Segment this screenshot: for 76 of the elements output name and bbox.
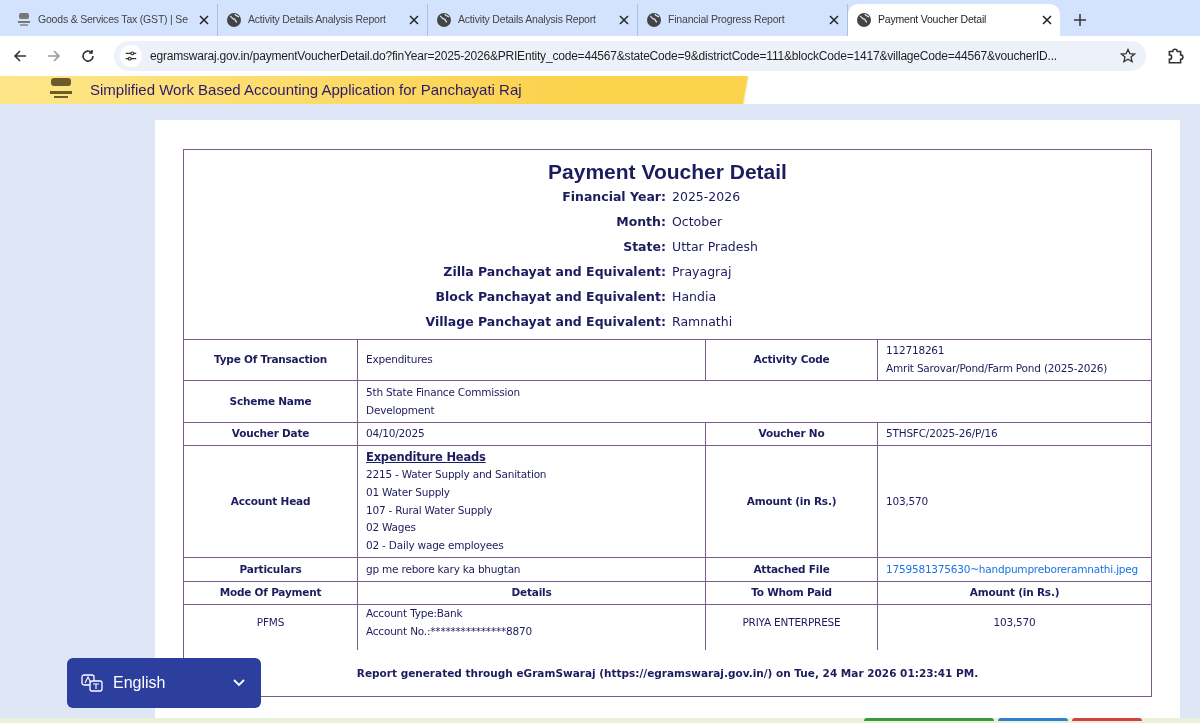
globe-icon [646,12,662,28]
address-bar[interactable]: egramswaraj.gov.in/paymentVoucherDetail.do?finYear=2025-2026&PRIEntity_code=44567&stateCode=9&districtCode=111&blockCode=1417&villageCode=44567&voucherID... [114,41,1146,71]
tab-title: Activity Details Analysis Report [248,12,387,28]
cell-text: PRIYA ENTERPRESE [742,614,841,630]
row-label: Amount (in Rs.) [746,493,837,509]
row-label: Details [511,585,552,601]
tab-title: Payment Voucher Detail [878,12,988,28]
voucher-title: Payment Voucher Detail [547,159,788,185]
row-label: Scheme Name [229,393,312,409]
cell-text: Development [366,402,435,418]
field-label: Financial Year: [562,188,666,207]
close-icon[interactable] [409,15,419,25]
row-label: Activity Code [753,352,830,368]
banner-subtitle: Simplified Work Based Accounting Application for Panchayati Raj [90,79,522,100]
field-value: Prayagraj [672,263,732,282]
cell-text: 112718261 [886,343,945,359]
tab-title: Goods & Services Tax (GST) | Se [38,12,189,28]
field-label: Village Panchayat and Equivalent: [425,313,666,332]
new-tab-icon[interactable] [1074,14,1086,26]
cell-text: gp me rebore kary ka bhugtan [366,561,521,577]
row-label: Attached File [753,561,830,577]
emblem-icon [16,12,32,28]
cell-text: Amrit Sarovar/Pond/Farm Pond (2025-2026) [886,361,1108,376]
close-icon[interactable] [619,15,629,25]
close-icon[interactable] [199,15,209,25]
row-label: Mode Of Payment [219,585,322,601]
bookmark-star-icon[interactable] [1120,48,1136,64]
cell-text: Account No.:***************8870 [366,623,532,639]
field-label: Month: [616,213,666,232]
cell-text: 103,570 [886,493,929,509]
cell-text: 107 - Rural Water Supply [366,502,493,518]
translate-icon [81,674,103,692]
language-selector[interactable]: English [67,658,261,708]
field-label: Zilla Panchayat and Equivalent: [443,263,666,282]
globe-icon [436,12,452,28]
browser-tab[interactable]: Payment Voucher Detail [848,4,1060,36]
close-icon[interactable] [1042,15,1052,25]
row-label: Voucher No [758,426,825,442]
cell-text: Account Type:Bank [366,605,463,621]
cell-text: 01 Water Supply [366,484,450,500]
row-label: Account Head [230,493,311,509]
tab-title: Financial Progress Report [668,12,786,28]
tab-title: Activity Details Analysis Report [458,12,597,28]
field-value: 2025-2026 [672,188,741,207]
chevron-down-icon [233,679,245,687]
row-label: Particulars [239,561,302,577]
row-label: Amount (in Rs.) [969,585,1060,601]
cell-text: PFMS [256,614,285,630]
field-value: Uttar Pradesh [672,238,758,257]
field-value: Handia [672,288,717,307]
site-settings-icon[interactable] [120,45,142,67]
row-label: Type Of Transaction [214,352,327,368]
cell-text: 2215 - Water Supply and Sanitation [366,467,547,483]
cell-text: 5THSFC/2025-26/P/16 [886,426,998,442]
back-icon[interactable] [12,48,28,64]
cell-text: 02 - Daily wage employees [366,537,504,553]
field-value: October [672,213,723,232]
globe-icon [226,12,242,28]
row-label: Voucher Date [231,426,310,442]
globe-icon [856,12,872,28]
reload-icon[interactable] [80,48,96,64]
field-label: State: [623,238,666,257]
cell-text: Expenditures [366,352,433,368]
cell-text: 5th State Finance Commission [366,384,520,400]
cell-text: 103,570 [993,614,1036,630]
url-text: egramswaraj.gov.in/paymentVoucherDetail.do?finYear=2025-2026&PRIEntity_code=44567&stateCode=9&districtCode=111&blockCode=1417&villageCode=44567&voucherID... [150,48,1058,65]
cell-text: 02 Wages [366,520,416,536]
extensions-icon[interactable] [1166,47,1184,65]
field-value: Ramnathi [672,313,733,332]
close-icon[interactable] [829,15,839,25]
row-label: To Whom Paid [751,585,832,601]
cell-text: 04/10/2025 [366,426,425,442]
heads-heading: Expenditure Heads [366,448,486,466]
forward-icon[interactable] [46,48,62,64]
field-label: Block Panchayat and Equivalent: [435,288,666,307]
file-link[interactable]: 1759581375630~handpumpreboreramnathi.jpeg [886,560,1139,579]
